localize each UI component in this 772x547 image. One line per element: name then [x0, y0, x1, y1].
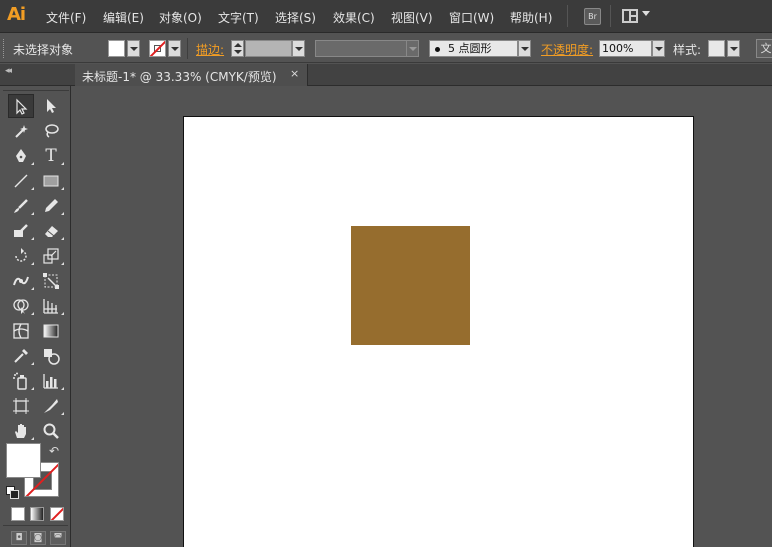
menu-view[interactable]: 视图(V)	[391, 9, 433, 26]
gradient-tool-icon[interactable]	[38, 319, 64, 343]
hand-tool-icon[interactable]	[8, 419, 34, 443]
draw-normal-icon[interactable]: ◘	[11, 531, 27, 545]
brush-definition-field[interactable]: 5 点圆形	[429, 40, 518, 57]
document-tab[interactable]: 未标题-1* @ 33.33% (CMYK/预览) ×	[75, 64, 308, 86]
close-icon[interactable]: ×	[290, 67, 299, 80]
menu-help[interactable]: 帮助(H)	[510, 9, 552, 26]
stroke-weight-dropdown[interactable]	[292, 40, 305, 57]
document-tab-strip: ◂◂ 未标题-1* @ 33.33% (CMYK/预览) ×	[0, 64, 772, 86]
document-setup-button[interactable]: 文	[756, 39, 772, 58]
blend-tool-icon[interactable]	[38, 344, 64, 368]
width-tool-icon[interactable]	[8, 269, 34, 293]
slice-tool-icon[interactable]	[38, 394, 64, 418]
tools-panel-grip[interactable]	[3, 86, 69, 91]
rotate-tool-icon[interactable]	[8, 244, 34, 268]
perspective-grid-tool-icon[interactable]	[38, 294, 64, 318]
variable-width-dropdown[interactable]	[406, 40, 419, 57]
zoom-tool-icon[interactable]	[38, 419, 64, 443]
selection-status: 未选择对象	[13, 43, 74, 57]
eyedropper-tool-icon[interactable]	[8, 344, 34, 368]
arrange-documents-icon[interactable]	[622, 9, 638, 23]
symbol-sprayer-tool-icon[interactable]	[8, 369, 34, 393]
stroke-weight-field[interactable]	[245, 40, 292, 57]
color-mode-button[interactable]	[11, 507, 25, 521]
eraser-tool-icon[interactable]	[38, 219, 64, 243]
opacity-field[interactable]: 100%	[599, 40, 652, 57]
none-mode-button[interactable]	[50, 507, 64, 521]
tools-divider	[3, 525, 68, 526]
stroke-dropdown[interactable]	[168, 40, 181, 57]
menu-file[interactable]: 文件(F)	[46, 9, 86, 26]
control-separator	[187, 38, 188, 59]
draw-behind-icon[interactable]: ◙	[30, 531, 46, 545]
type-tool-icon[interactable]: T	[38, 144, 64, 168]
tools-panel: T ↶ ◘ ◙ ◚	[0, 86, 71, 547]
menu-effect[interactable]: 效果(C)	[333, 9, 375, 26]
menu-type[interactable]: 文字(T)	[218, 9, 259, 26]
graphic-style-swatch[interactable]	[708, 40, 725, 57]
magic-wand-tool-icon[interactable]	[8, 119, 34, 143]
scale-tool-icon[interactable]	[38, 244, 64, 268]
menu-select[interactable]: 选择(S)	[275, 9, 316, 26]
document-tab-title: 未标题-1* @ 33.33% (CMYK/预览)	[82, 70, 277, 84]
direct-selection-tool-icon[interactable]	[38, 94, 64, 118]
panel-grip[interactable]	[3, 39, 6, 58]
collapse-panel-icon[interactable]: ◂◂	[5, 66, 12, 76]
canvas-area[interactable]	[72, 87, 772, 547]
rectangle-tool-icon[interactable]	[38, 169, 64, 193]
stroke-label[interactable]: 描边:	[196, 41, 224, 58]
draw-inside-icon[interactable]: ◚	[50, 531, 66, 545]
bridge-icon[interactable]: Br	[584, 8, 601, 25]
paintbrush-tool-icon[interactable]	[8, 194, 34, 218]
fill-color-box[interactable]	[6, 443, 41, 478]
swap-fill-stroke-icon[interactable]: ↶	[49, 444, 59, 458]
graphic-style-dropdown[interactable]	[727, 40, 740, 57]
free-transform-tool-icon[interactable]	[38, 269, 64, 293]
artboard-tool-icon[interactable]	[8, 394, 34, 418]
fill-dropdown[interactable]	[127, 40, 140, 57]
pen-tool-icon[interactable]	[8, 144, 34, 168]
line-segment-tool-icon[interactable]	[8, 169, 34, 193]
opacity-dropdown[interactable]	[652, 40, 665, 57]
opacity-label[interactable]: 不透明度:	[541, 41, 593, 58]
blob-brush-tool-icon[interactable]	[8, 219, 34, 243]
style-label: 样式:	[673, 43, 702, 57]
chevron-down-icon[interactable]	[642, 11, 650, 16]
menu-bar: Ai 文件(F) 编辑(E) 对象(O) 文字(T) 选择(S) 效果(C) 视…	[0, 0, 772, 33]
control-bar: 未选择对象 描边: 5 点圆形 不透明度: 100% 样式: 文	[0, 34, 772, 63]
menu-window[interactable]: 窗口(W)	[449, 9, 494, 26]
column-graph-tool-icon[interactable]	[38, 369, 64, 393]
brush-size: 5	[448, 42, 455, 55]
mesh-tool-icon[interactable]	[8, 319, 34, 343]
brush-name: 点圆形	[458, 42, 492, 55]
menu-separator	[610, 5, 611, 27]
menu-object[interactable]: 对象(O)	[159, 9, 202, 26]
brush-dropdown[interactable]	[518, 40, 531, 57]
fill-swatch[interactable]	[108, 40, 125, 57]
shape-builder-tool-icon[interactable]	[8, 294, 34, 318]
brown-square-shape[interactable]	[351, 226, 470, 345]
pencil-tool-icon[interactable]	[38, 194, 64, 218]
stroke-swatch[interactable]	[149, 40, 166, 57]
selection-tool-icon[interactable]	[8, 94, 34, 118]
artboard[interactable]	[183, 116, 694, 547]
brush-dot-icon	[435, 46, 440, 52]
menu-edit[interactable]: 编辑(E)	[103, 9, 144, 26]
stroke-weight-stepper[interactable]	[231, 40, 244, 57]
variable-width-profile[interactable]	[315, 40, 407, 57]
app-logo: Ai	[7, 4, 26, 25]
gradient-mode-button[interactable]	[30, 507, 44, 521]
lasso-tool-icon[interactable]	[38, 119, 64, 143]
menu-separator	[567, 5, 568, 27]
default-fill-stroke-icon[interactable]	[6, 486, 19, 499]
